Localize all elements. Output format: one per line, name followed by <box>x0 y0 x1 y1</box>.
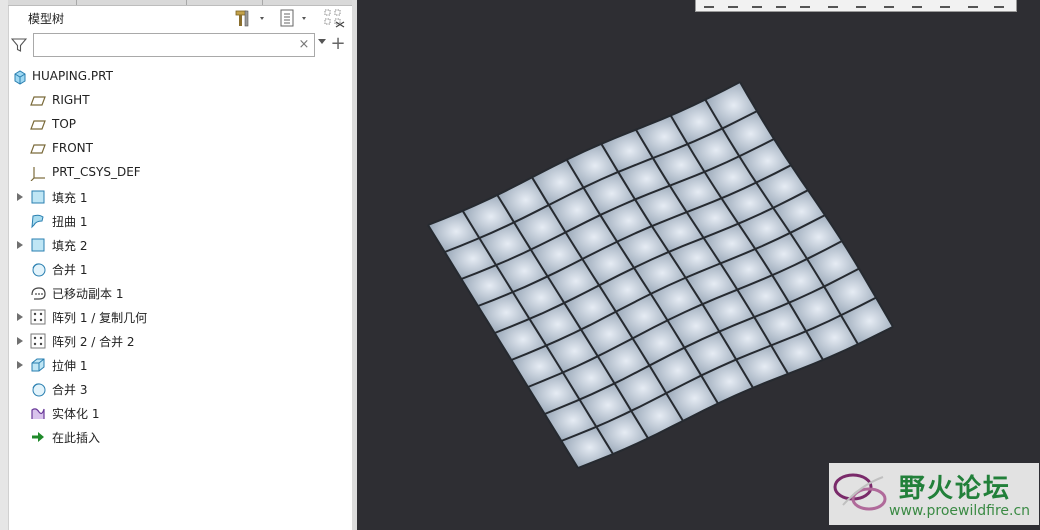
tree-item-label: 阵列 2 / 合并 2 <box>52 335 135 349</box>
merge-icon <box>30 381 46 397</box>
watermark-url: www.proewildfire.cn <box>889 503 1031 519</box>
graphics-viewport[interactable]: 野火论坛 www.proewildfire.cn <box>357 0 1040 530</box>
search-row: × + <box>8 31 352 61</box>
tree-item[interactable]: RIGHT <box>8 90 348 112</box>
fill-icon <box>30 237 46 253</box>
tree-item-label: 实体化 1 <box>52 407 100 421</box>
surface-mesh <box>427 81 894 469</box>
tree-item-label: 已移动副本 1 <box>52 287 124 301</box>
tree-item[interactable]: PRT_CSYS_DEF <box>8 162 348 184</box>
list-settings-icon <box>280 9 306 27</box>
tree-item-label: 拉伸 1 <box>52 359 88 373</box>
pattern-icon <box>30 333 46 349</box>
tree-item-label: FRONT <box>52 141 93 155</box>
add-filter-button[interactable]: + <box>330 35 346 53</box>
moved-copy-icon <box>30 285 46 301</box>
tree-item[interactable]: 在此插入 <box>8 426 348 448</box>
datum-plane-icon <box>30 141 46 157</box>
tree-item[interactable]: 填充 2 <box>8 234 348 256</box>
tree-item-label: HUAPING.PRT <box>32 69 113 83</box>
filter-icon[interactable] <box>11 37 27 53</box>
watermark-logo: 野火论坛 www.proewildfire.cn <box>829 463 1039 525</box>
tree-item-label: 合并 1 <box>52 263 88 277</box>
tree-item-label: 阵列 1 / 复制几何 <box>52 311 148 325</box>
tree-item-label: RIGHT <box>52 93 90 107</box>
pattern-icon <box>30 309 46 325</box>
expand-arrow-icon[interactable] <box>17 361 23 369</box>
warp-icon <box>30 213 46 229</box>
part-icon <box>12 69 28 85</box>
datum-plane-icon <box>30 117 46 133</box>
expand-arrow-icon[interactable] <box>17 337 23 345</box>
fill-icon <box>30 189 46 205</box>
tree-item[interactable]: 填充 1 <box>8 186 348 208</box>
tree-item-label: 填充 1 <box>52 191 88 205</box>
insert-here-icon <box>30 429 46 445</box>
tree-item-label: 填充 2 <box>52 239 88 253</box>
tree-item[interactable]: 扭曲 1 <box>8 210 348 232</box>
datum-plane-icon <box>30 93 46 109</box>
tree-tools-button[interactable] <box>234 9 268 27</box>
clear-search-button[interactable]: × <box>298 37 310 53</box>
tree-item[interactable]: 合并 3 <box>8 378 348 400</box>
watermark-title: 野火论坛 <box>899 474 1012 504</box>
tree-item[interactable]: 阵列 1 / 复制几何 <box>8 306 348 328</box>
quilted-surface-model[interactable] <box>357 0 1040 530</box>
tree-item-label: TOP <box>52 117 77 131</box>
model-tree-panel: 模型树 × + HUAPING.PRT RIGHT TOP FRONT PRT_… <box>0 0 353 530</box>
tree-item-label: 在此插入 <box>52 431 101 445</box>
merge-icon <box>30 261 46 277</box>
tree-item[interactable]: 合并 1 <box>8 258 348 280</box>
tree-settings-button[interactable] <box>278 9 314 27</box>
tree-item[interactable]: 已移动副本 1 <box>8 282 348 304</box>
tree-item-label: 扭曲 1 <box>52 215 88 229</box>
tree-item[interactable]: TOP <box>8 114 348 136</box>
tree-item[interactable]: 拉伸 1 <box>8 354 348 376</box>
tree-filter-toggle-button[interactable] <box>322 9 346 28</box>
tree-item[interactable]: 阵列 2 / 合并 2 <box>8 330 348 352</box>
butterfly-logo-icon <box>833 473 887 511</box>
tree-display-icon <box>324 9 345 28</box>
search-options-dropdown[interactable] <box>318 39 326 44</box>
tree-item[interactable]: HUAPING.PRT <box>8 66 348 88</box>
expand-arrow-icon[interactable] <box>17 241 23 249</box>
solidify-icon <box>30 405 46 421</box>
csys-icon <box>30 165 46 182</box>
expand-arrow-icon[interactable] <box>17 313 23 321</box>
tree-item-label: PRT_CSYS_DEF <box>52 165 141 179</box>
expand-arrow-icon[interactable] <box>17 193 23 201</box>
tree-item-label: 合并 3 <box>52 383 88 397</box>
search-input[interactable] <box>33 33 315 57</box>
tree-item[interactable]: 实体化 1 <box>8 402 348 424</box>
tools-icon <box>235 10 264 27</box>
panel-title: 模型树 <box>28 12 65 26</box>
panel-header: 模型树 <box>8 5 352 31</box>
tree-item[interactable]: FRONT <box>8 138 348 160</box>
extrude-icon <box>30 357 46 373</box>
